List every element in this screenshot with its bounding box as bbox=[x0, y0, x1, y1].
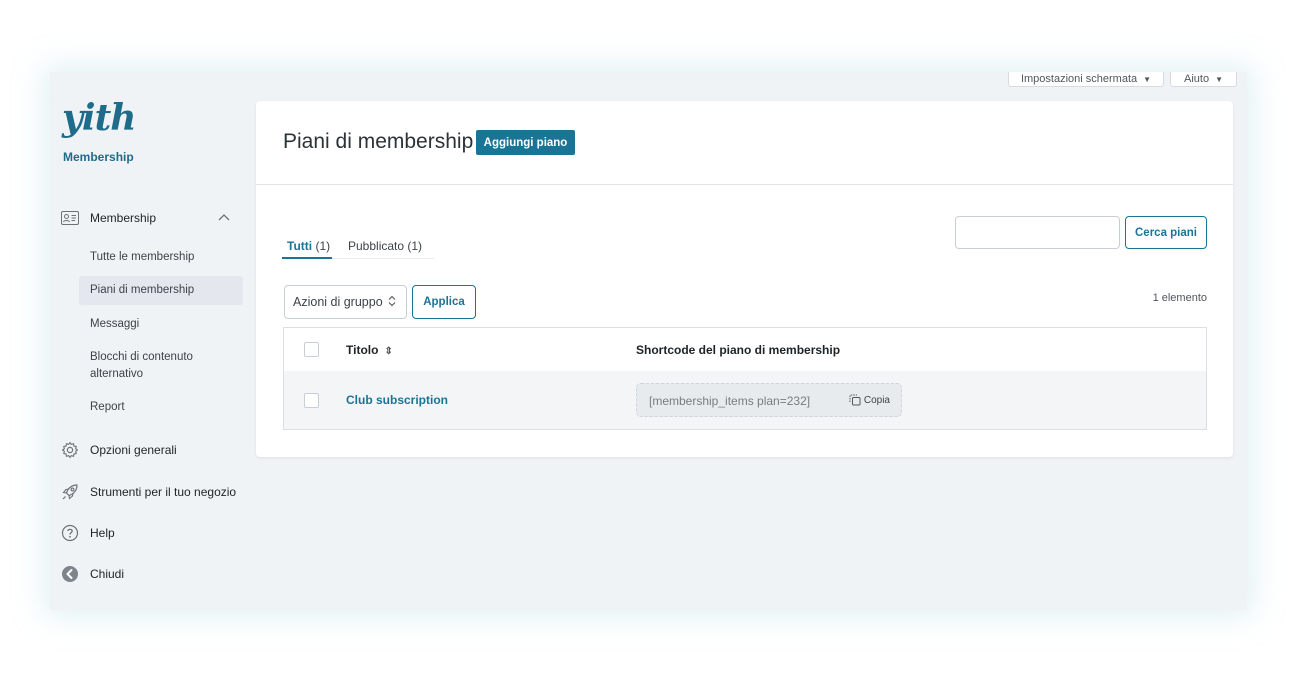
screen-options-label: Impostazioni schermata bbox=[1020, 73, 1138, 85]
sort-icon: ⇕ bbox=[384, 346, 393, 357]
sidebar-item-membership-label: Membership bbox=[90, 211, 157, 225]
help-icon bbox=[60, 523, 80, 543]
app-frame: Impostazioni schermata ▼ Aiuto ▼ yith Memb… bbox=[50, 72, 1247, 610]
select-updown-icon bbox=[388, 295, 396, 310]
shortcode-text: [membership_items plan=232] bbox=[649, 394, 811, 408]
search-input[interactable] bbox=[955, 216, 1120, 249]
sidebar-item-close-label: Chiudi bbox=[90, 567, 125, 581]
tab-published[interactable]: Pubblicato (1) bbox=[348, 239, 422, 253]
brand-label: Membership bbox=[63, 150, 134, 164]
help-toggle[interactable]: Aiuto ▼ bbox=[1170, 72, 1237, 87]
active-tab-indicator bbox=[282, 257, 332, 259]
screen-options-toggle[interactable]: Impostazioni schermata ▼ bbox=[1008, 72, 1164, 87]
copy-label: Copia bbox=[863, 394, 890, 406]
tab-published-label: Pubblicato bbox=[348, 239, 405, 253]
table-row: Club subscription [membership_items plan… bbox=[284, 371, 1206, 429]
row-checkbox[interactable] bbox=[304, 393, 319, 408]
sidebar-subitem-messages[interactable]: Messaggi bbox=[79, 316, 243, 333]
sidebar-subitem-alternative-content-blocks[interactable]: Blocchi di contenuto alternativo bbox=[79, 349, 229, 383]
yith-logo: yith bbox=[62, 97, 136, 139]
table-header: Titolo ⇕ Shortcode del piano di membershi… bbox=[284, 328, 1206, 372]
copy-icon bbox=[849, 394, 861, 406]
sidebar-item-close[interactable]: Chiudi bbox=[60, 564, 124, 584]
apply-button[interactable]: Applica bbox=[412, 285, 476, 319]
sidebar-item-general-options-label: Opzioni generali bbox=[90, 443, 177, 457]
copy-shortcode-button[interactable]: Copia bbox=[849, 394, 890, 406]
column-title-label: Titolo bbox=[346, 343, 379, 357]
tab-all-label: Tutti bbox=[287, 239, 313, 253]
sidebar-item-shop-tools[interactable]: Strumenti per il tuo negozio bbox=[60, 482, 236, 502]
tab-all[interactable]: Tutti (1) bbox=[287, 239, 330, 253]
gear-icon bbox=[60, 440, 80, 460]
id-card-icon bbox=[60, 208, 80, 228]
sidebar-item-shop-tools-label: Strumenti per il tuo negozio bbox=[90, 485, 237, 499]
sidebar-item-help-label: Help bbox=[90, 526, 115, 540]
shortcode-field: [membership_items plan=232] Copia bbox=[636, 383, 902, 417]
items-count: 1 elemento bbox=[1152, 292, 1207, 304]
bulk-actions-select[interactable]: Azioni di gruppo bbox=[284, 285, 407, 319]
tab-all-count: (1) bbox=[315, 239, 331, 253]
sidebar-subitem-membership-plans[interactable]: Piani di membership bbox=[79, 276, 243, 305]
sidebar-subitem-all-memberships[interactable]: Tutte le membership bbox=[79, 249, 243, 266]
sidebar-item-membership[interactable]: Membership bbox=[60, 208, 232, 228]
column-title-header[interactable]: Titolo ⇕ bbox=[346, 343, 393, 357]
bulk-actions-value: Azioni di gruppo bbox=[293, 295, 383, 309]
plans-table: Titolo ⇕ Shortcode del piano di membershi… bbox=[283, 327, 1207, 430]
card-header: Piani di membership Aggiungi piano bbox=[256, 101, 1233, 185]
help-toggle-label: Aiuto bbox=[1184, 73, 1210, 85]
sidebar-item-general-options[interactable]: Opzioni generali bbox=[60, 440, 177, 460]
chevron-up-icon[interactable] bbox=[218, 210, 230, 224]
main-card: Piani di membership Aggiungi piano Tutti… bbox=[256, 101, 1233, 457]
caret-down-icon: ▼ bbox=[1215, 75, 1223, 84]
column-shortcode-header: Shortcode del piano di membership bbox=[636, 343, 841, 357]
tab-published-count: (1) bbox=[407, 239, 423, 253]
rocket-icon bbox=[60, 482, 80, 502]
plan-title-link[interactable]: Club subscription bbox=[346, 393, 448, 407]
sidebar-subitem-report[interactable]: Report bbox=[79, 399, 243, 416]
arrow-left-circle-icon bbox=[60, 564, 80, 584]
sidebar-item-help[interactable]: Help bbox=[60, 523, 115, 543]
page-title: Piani di membership bbox=[283, 130, 474, 153]
add-plan-button[interactable]: Aggiungi piano bbox=[476, 130, 575, 155]
caret-down-icon: ▼ bbox=[1143, 75, 1152, 84]
search-plans-button[interactable]: Cerca piani bbox=[1125, 216, 1207, 249]
select-all-checkbox[interactable] bbox=[304, 342, 319, 357]
